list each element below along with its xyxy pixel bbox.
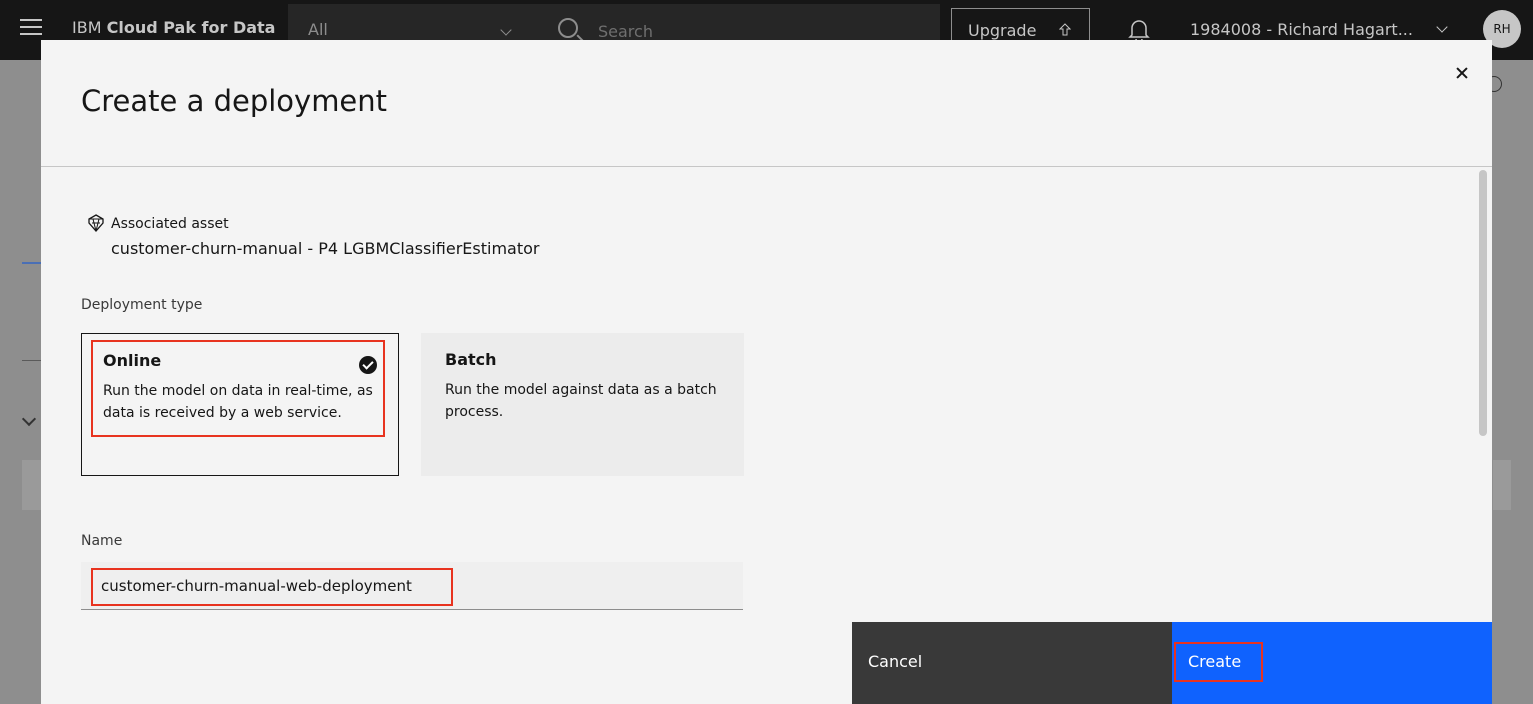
background-block: [22, 460, 42, 510]
search-icon[interactable]: [558, 18, 578, 38]
name-field-label: Name: [81, 533, 123, 549]
create-deployment-modal: Create a deployment Associated asset cus…: [41, 40, 1492, 704]
associated-asset-value: customer-churn-manual - P4 LGBMClassifie…: [111, 239, 540, 258]
brand-logo[interactable]: IBM Cloud Pak for Data: [72, 18, 275, 37]
upgrade-arrow-icon: [1058, 23, 1072, 37]
modal-title: Create a deployment: [81, 84, 388, 118]
hamburger-menu-icon[interactable]: [20, 19, 42, 37]
brand-prefix: IBM: [72, 18, 102, 37]
brand-name: Cloud Pak for Data: [106, 18, 276, 37]
tile-title: Batch: [445, 350, 497, 369]
model-asset-icon: [87, 214, 105, 232]
tile-description: Run the model on data in real-time, as d…: [103, 383, 373, 421]
account-switcher[interactable]: 1984008 - Richard Hagart...: [1190, 20, 1448, 39]
modal-header: Create a deployment: [41, 40, 1492, 167]
background-divider: [22, 360, 42, 361]
chevron-down-icon: [1436, 21, 1448, 33]
checkmark-filled-icon: [359, 356, 377, 374]
scope-value: All: [308, 20, 328, 39]
tile-description: Run the model against data as a batch pr…: [445, 382, 717, 420]
close-icon[interactable]: [1448, 58, 1478, 88]
background-block: [1493, 460, 1511, 510]
chevron-down-icon: [21, 411, 37, 427]
associated-asset-label: Associated asset: [111, 216, 229, 232]
background-tab-indicator: [22, 262, 42, 264]
chevron-down-icon: [500, 24, 512, 36]
tile-title: Online: [103, 351, 162, 370]
deployment-name-input[interactable]: [81, 562, 743, 610]
modal-scrollbar[interactable]: [1479, 170, 1487, 436]
deployment-type-online-tile[interactable]: Online Run the model on data in real-tim…: [81, 333, 399, 476]
deployment-type-label: Deployment type: [81, 297, 203, 313]
create-button[interactable]: Create: [1172, 622, 1492, 704]
account-label: 1984008 - Richard Hagart...: [1190, 20, 1413, 39]
cancel-button[interactable]: Cancel: [852, 622, 1172, 704]
upgrade-label: Upgrade: [968, 21, 1037, 40]
notification-bell-icon[interactable]: [1128, 18, 1150, 43]
deployment-type-batch-tile[interactable]: Batch Run the model against data as a ba…: [421, 333, 744, 476]
